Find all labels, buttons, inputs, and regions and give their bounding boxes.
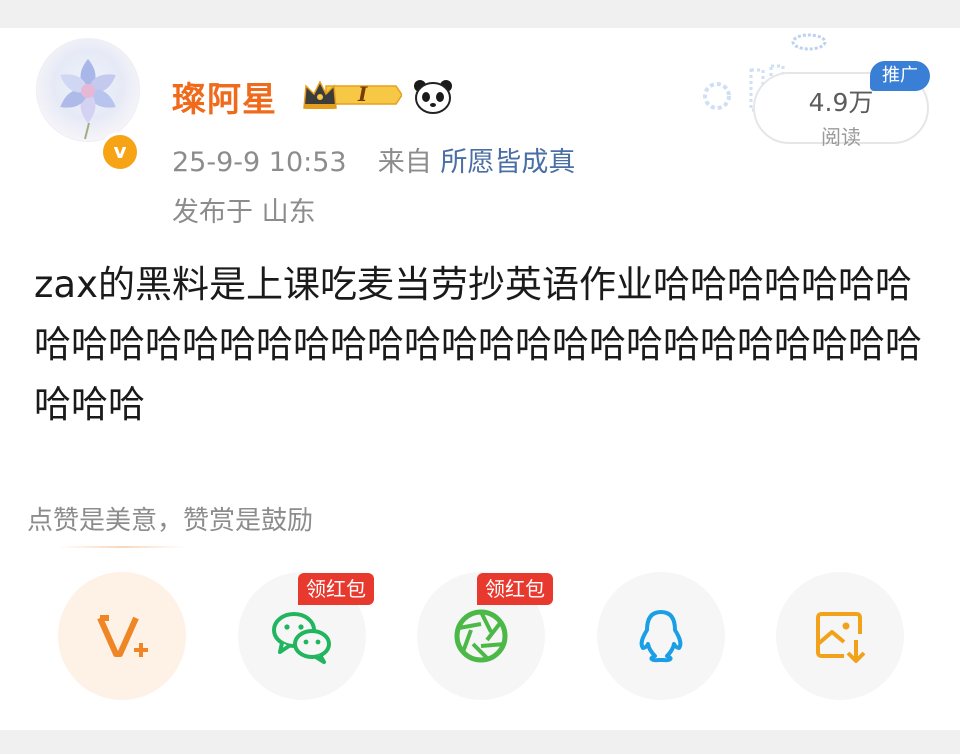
- from-label: 来自: [377, 147, 432, 178]
- post-meta: 25-9-9 10:53 来自 所愿皆成真: [172, 140, 575, 179]
- save-image-icon: [816, 612, 866, 663]
- bottom-separator: [0, 730, 960, 754]
- location-label: 发布于: [172, 197, 253, 228]
- wechat-icon: [272, 612, 331, 664]
- v-plus-button[interactable]: [58, 572, 186, 700]
- v-plus-icon: [97, 615, 148, 657]
- read-label: 阅读: [821, 125, 861, 149]
- post-content: zax的黑料是上课吃麦当劳抄英语作业哈哈哈哈哈哈哈哈哈哈哈哈哈哈哈哈哈哈哈哈哈哈…: [34, 263, 922, 426]
- post-source-link[interactable]: 所愿皆成真: [440, 147, 575, 178]
- share-qq-button[interactable]: [597, 572, 725, 700]
- author-name[interactable]: 璨阿星: [172, 72, 277, 121]
- location-value: 山东: [261, 197, 316, 228]
- avatar[interactable]: [36, 38, 140, 142]
- flower-avatar-icon: [60, 59, 116, 140]
- member-level-badge[interactable]: I: [302, 78, 403, 112]
- qq-icon: [639, 610, 683, 663]
- crown-icon: [303, 80, 403, 109]
- appreciate-divider: [58, 546, 186, 548]
- red-packet-badge[interactable]: 领红包: [477, 573, 553, 605]
- post-timestamp: 25-9-9 10:53: [172, 147, 347, 178]
- red-packet-badge[interactable]: 领红包: [298, 573, 374, 605]
- post-location: 发布于 山东: [172, 190, 316, 229]
- moments-icon: [454, 609, 508, 663]
- level-number: I: [358, 82, 368, 106]
- promo-tag: 推广: [870, 61, 930, 91]
- appreciate-caption: 点赞是美意，赞赏是鼓励: [27, 506, 314, 536]
- save-image-button[interactable]: [776, 572, 904, 700]
- verified-badge-icon: v: [100, 132, 140, 172]
- panda-icon: [412, 78, 454, 114]
